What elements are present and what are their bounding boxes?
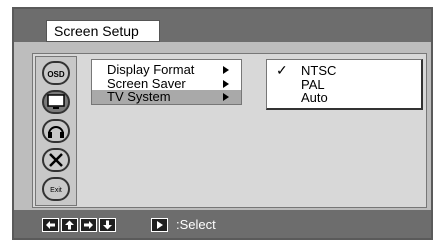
option-auto[interactable]: Auto	[267, 91, 417, 105]
chevron-right-icon	[223, 93, 229, 101]
osd-icon[interactable]: OSD	[42, 61, 70, 85]
menu-item-label: Display Format	[107, 62, 195, 77]
page-title: Screen Setup	[46, 20, 160, 42]
menu-panel: Display Format Screen Saver TV System	[91, 59, 242, 105]
right-arrow-icon	[80, 218, 97, 232]
menu-item-label: TV System	[107, 89, 171, 104]
screen-icon[interactable]	[42, 90, 70, 114]
option-label: NTSC	[301, 63, 337, 78]
check-icon: ✓	[276, 62, 288, 78]
chevron-right-icon	[223, 66, 229, 74]
play-icon	[151, 218, 168, 232]
osd-icon-label: OSD	[47, 70, 65, 79]
tools-icon[interactable]	[42, 148, 70, 172]
option-pal[interactable]: PAL	[267, 78, 417, 92]
content-area: OSD Exit Display Format Screen Saver TV …	[32, 53, 427, 208]
footer-bar: :Select	[14, 210, 431, 238]
option-ntsc[interactable]: ✓ NTSC	[267, 62, 417, 78]
option-label: Auto	[301, 90, 328, 105]
left-arrow-icon	[42, 218, 59, 232]
exit-icon[interactable]: Exit	[42, 177, 70, 201]
select-hint: :Select	[176, 217, 216, 232]
screen-setup-window: Screen Setup OSD Exit Display Format Scr…	[12, 7, 433, 240]
menu-item-display-format[interactable]: Display Format	[92, 63, 241, 77]
title-bar: Screen Setup	[14, 9, 431, 42]
up-arrow-icon	[61, 218, 78, 232]
exit-icon-label: Exit	[50, 187, 62, 194]
submenu-panel: ✓ NTSC PAL Auto	[266, 59, 423, 110]
down-arrow-icon	[99, 218, 116, 232]
audio-icon[interactable]	[42, 119, 70, 143]
sidebar: OSD Exit	[35, 56, 77, 206]
chevron-right-icon	[223, 80, 229, 88]
menu-item-tv-system[interactable]: TV System	[92, 90, 241, 104]
